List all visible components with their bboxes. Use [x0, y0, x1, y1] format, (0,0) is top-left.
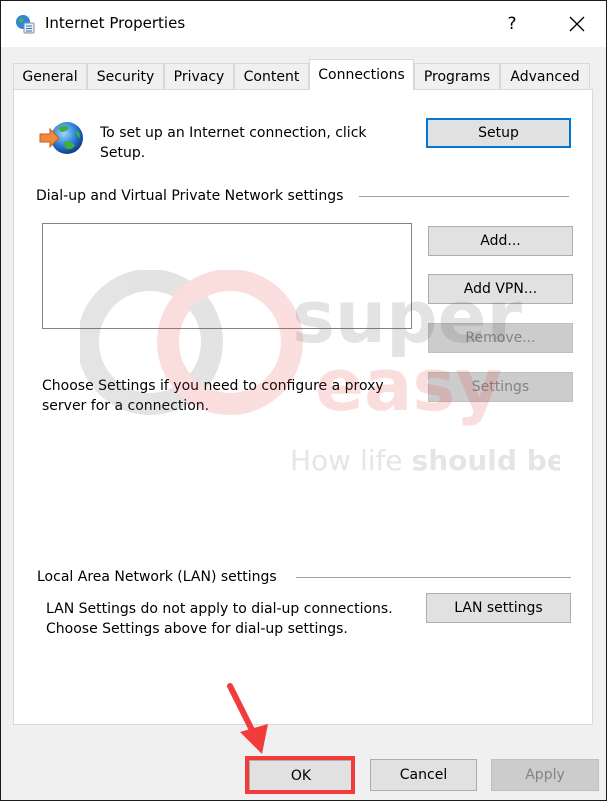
lan-group-label: Local Area Network (LAN) settings: [37, 569, 277, 585]
tab-label: Privacy: [173, 68, 225, 85]
tab-security[interactable]: Security: [87, 63, 164, 89]
setup-instructions: To set up an Internet connection, click …: [100, 123, 367, 163]
group-divider: [359, 196, 569, 197]
tab-label: General: [22, 68, 78, 85]
proxy-text-line: server for a connection.: [42, 398, 210, 414]
internet-options-icon: [16, 15, 35, 34]
close-icon: [569, 16, 585, 32]
ok-button[interactable]: OK: [249, 760, 353, 791]
add-button[interactable]: Add...: [428, 226, 573, 256]
remove-button[interactable]: Remove...: [428, 323, 573, 353]
setup-text-line: Setup.: [100, 145, 146, 161]
tab-programs[interactable]: Programs: [414, 63, 500, 89]
tab-content[interactable]: Content: [234, 63, 309, 89]
tab-label: Content: [243, 68, 300, 85]
close-button[interactable]: [551, 1, 603, 47]
internet-properties-dialog: Internet Properties ? General Security P…: [0, 0, 607, 801]
tab-advanced[interactable]: Advanced: [500, 63, 590, 89]
settings-button-label: Settings: [471, 379, 530, 395]
title-bar: Internet Properties ?: [1, 1, 606, 47]
tab-label: Security: [96, 68, 155, 85]
settings-button[interactable]: Settings: [428, 372, 573, 402]
lan-text-line: LAN Settings do not apply to dial-up con…: [46, 601, 393, 617]
tab-general[interactable]: General: [13, 63, 87, 89]
tab-label: Programs: [423, 68, 491, 85]
group-divider: [296, 577, 571, 578]
setup-button-label: Setup: [478, 125, 519, 141]
internet-connection-globe-icon: [39, 122, 83, 154]
cancel-button[interactable]: Cancel: [370, 759, 477, 791]
tab-label: Advanced: [510, 68, 580, 85]
dialup-vpn-list[interactable]: [42, 223, 412, 329]
lan-instructions: LAN Settings do not apply to dial-up con…: [46, 599, 393, 639]
dialup-group-label: Dial-up and Virtual Private Network sett…: [36, 188, 344, 204]
add-button-label: Add...: [480, 233, 521, 249]
lan-settings-button-label: LAN settings: [454, 600, 543, 616]
window-title: Internet Properties: [45, 14, 186, 32]
connections-panel: To set up an Internet connection, click …: [13, 89, 593, 725]
tab-label: Connections: [318, 67, 405, 83]
tab-privacy[interactable]: Privacy: [164, 63, 234, 89]
apply-button-label: Apply: [525, 767, 565, 783]
remove-button-label: Remove...: [465, 330, 536, 346]
tab-connections[interactable]: Connections: [309, 59, 414, 90]
add-vpn-button[interactable]: Add VPN...: [428, 274, 573, 304]
add-vpn-button-label: Add VPN...: [463, 281, 538, 297]
proxy-text-line: Choose Settings if you need to configure…: [42, 378, 384, 394]
proxy-instructions: Choose Settings if you need to configure…: [42, 376, 384, 416]
help-label: ?: [507, 14, 517, 34]
setup-text-line: To set up an Internet connection, click: [100, 125, 367, 141]
setup-button[interactable]: Setup: [426, 118, 571, 148]
apply-button[interactable]: Apply: [491, 759, 599, 791]
cancel-button-label: Cancel: [399, 767, 448, 783]
ok-button-label: OK: [290, 767, 312, 784]
help-button[interactable]: ?: [489, 1, 535, 47]
lan-text-line: Choose Settings above for dial-up settin…: [46, 621, 348, 637]
lan-settings-button[interactable]: LAN settings: [426, 593, 571, 623]
